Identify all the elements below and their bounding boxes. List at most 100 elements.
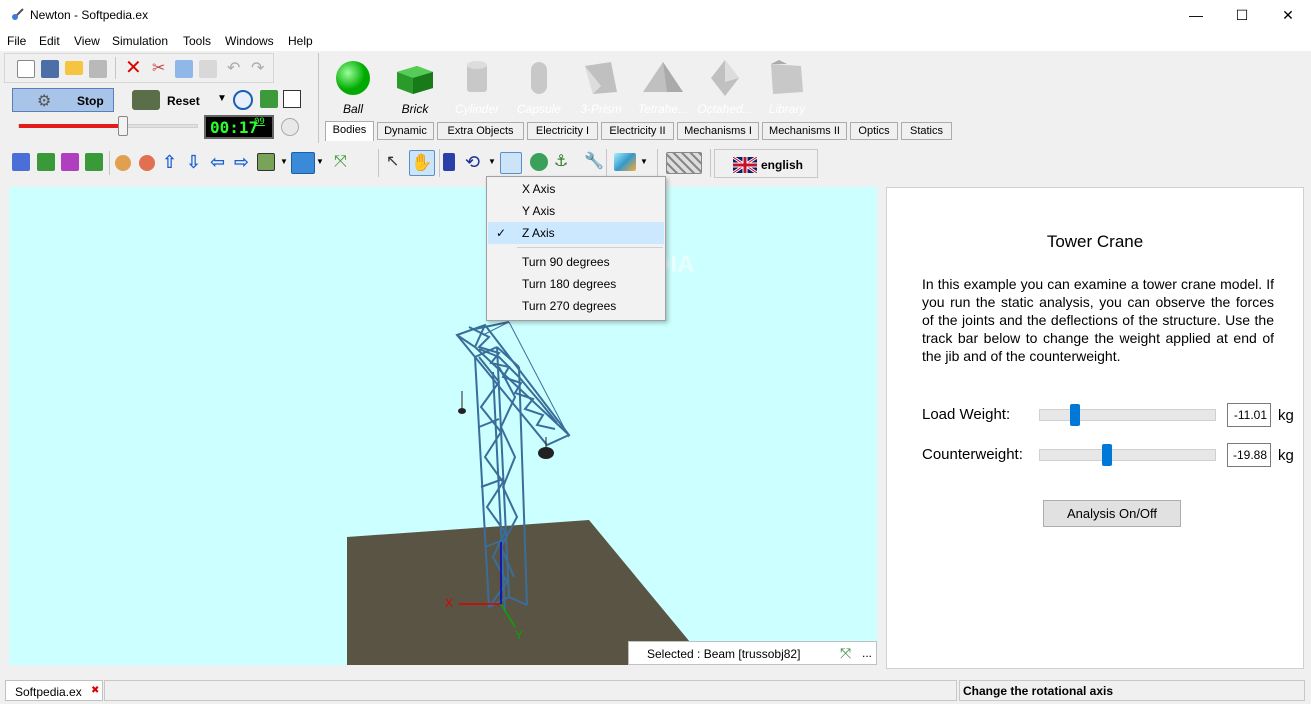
cut-icon[interactable]: ✂ bbox=[152, 60, 170, 78]
pan-up-icon[interactable]: ⇧ bbox=[162, 153, 180, 171]
scene-icon[interactable] bbox=[257, 153, 275, 171]
scene-canvas[interactable]: X Y SOFTPEDIA bbox=[9, 187, 877, 665]
stopwatch-icon[interactable] bbox=[233, 90, 253, 110]
graph-icon[interactable] bbox=[283, 90, 301, 108]
counterweight bbox=[458, 408, 466, 414]
open-folder-icon[interactable] bbox=[65, 61, 83, 75]
load-weight-slider[interactable] bbox=[1039, 404, 1216, 426]
maximize-button[interactable]: ☐ bbox=[1219, 0, 1265, 30]
load-weight-field[interactable]: -11.01 bbox=[1227, 403, 1271, 427]
minimize-icon: — bbox=[1189, 7, 1203, 23]
body-0[interactable]: Ball bbox=[322, 56, 384, 118]
paste-icon[interactable] bbox=[199, 60, 217, 78]
document-close-icon[interactable]: ✖ bbox=[91, 685, 99, 696]
document-tab[interactable]: Softpedia.ex ✖ bbox=[5, 680, 103, 701]
body-4[interactable]: 3-Prism bbox=[570, 56, 632, 118]
speed-slider[interactable] bbox=[18, 116, 198, 136]
tab-statics[interactable]: Statics bbox=[901, 122, 952, 140]
menu-item-y-axis[interactable]: Y Axis bbox=[488, 200, 664, 222]
pan-down-icon[interactable]: ⇩ bbox=[186, 153, 204, 171]
body-3[interactable]: Capsule bbox=[508, 56, 570, 118]
stop-button[interactable]: ⚙ Stop bbox=[12, 88, 114, 112]
pan-left-icon[interactable]: ⇦ bbox=[210, 153, 228, 171]
new-icon[interactable] bbox=[17, 60, 35, 78]
save-icon[interactable] bbox=[89, 60, 107, 78]
view-xz-icon[interactable] bbox=[12, 153, 30, 171]
counterweight-field[interactable]: -19.88 bbox=[1227, 443, 1271, 467]
tab-electricity-ii[interactable]: Electricity II bbox=[601, 122, 674, 140]
menu-help[interactable]: Help bbox=[288, 34, 313, 48]
pointer-icon[interactable]: ↖ bbox=[386, 153, 404, 171]
body-7[interactable]: Library bbox=[756, 56, 818, 118]
light-icon[interactable] bbox=[614, 153, 636, 171]
menu-tools[interactable]: Tools bbox=[183, 34, 211, 48]
tab-extra-objects[interactable]: Extra Objects bbox=[437, 122, 524, 140]
view-zy-icon[interactable] bbox=[85, 153, 103, 171]
rotate-axis-dropdown-icon[interactable]: ▼ bbox=[488, 157, 496, 166]
open-project-icon[interactable] bbox=[41, 60, 59, 78]
light-dropdown-icon[interactable]: ▼ bbox=[640, 157, 648, 166]
pan-right-icon[interactable]: ⇨ bbox=[234, 153, 252, 171]
tab-electricity-i[interactable]: Electricity I bbox=[527, 122, 598, 140]
zoom-out-icon[interactable] bbox=[139, 155, 155, 171]
counterweight-thumb[interactable] bbox=[1102, 444, 1113, 466]
wrench-icon[interactable]: 🔧 bbox=[584, 153, 604, 171]
view-yz-icon[interactable] bbox=[37, 153, 55, 171]
view-zx-icon[interactable] bbox=[61, 153, 79, 171]
counterweight-slider[interactable] bbox=[1039, 444, 1216, 466]
menu-item-x-axis[interactable]: X Axis bbox=[488, 178, 664, 200]
menu-simulation[interactable]: Simulation bbox=[112, 34, 168, 48]
menu-item-z-axis[interactable]: ✓ Z Axis bbox=[488, 222, 664, 244]
menu-item-turn-90[interactable]: Turn 90 degrees bbox=[488, 251, 664, 273]
body-1[interactable]: Brick bbox=[384, 56, 446, 118]
more-icon[interactable]: ... bbox=[862, 646, 872, 660]
analysis-toggle-button[interactable]: Analysis On/Off bbox=[1043, 500, 1181, 527]
reset-icon[interactable] bbox=[132, 90, 160, 110]
uk-flag-icon bbox=[733, 157, 757, 173]
tab-mechanisms-ii[interactable]: Mechanisms II bbox=[762, 122, 847, 140]
load-weight bbox=[538, 447, 554, 459]
select-mode-icon[interactable] bbox=[291, 152, 315, 174]
body-5[interactable]: Tetrahe... bbox=[632, 56, 694, 118]
hand-tool-icon[interactable]: ✋ bbox=[409, 150, 435, 176]
load-weight-label: Load Weight: bbox=[922, 406, 1011, 423]
anchor-icon[interactable]: ⚓ bbox=[554, 153, 572, 171]
truss-bridge-icon[interactable] bbox=[666, 152, 702, 174]
scene-dropdown-icon[interactable]: ▼ bbox=[280, 157, 288, 166]
fit-view-icon[interactable]: ⤧ bbox=[334, 153, 352, 171]
tab-bodies[interactable]: Bodies bbox=[325, 121, 374, 141]
scale-object-icon[interactable] bbox=[500, 152, 522, 174]
zoom-in-icon[interactable] bbox=[115, 155, 131, 171]
reset-label[interactable]: Reset bbox=[167, 94, 200, 108]
move-object-icon[interactable] bbox=[443, 153, 455, 171]
tab-dynamic[interactable]: Dynamic bbox=[377, 122, 434, 140]
reset-timer-icon[interactable] bbox=[281, 118, 299, 136]
menu-item-turn-180[interactable]: Turn 180 degrees bbox=[488, 273, 664, 295]
load-weight-thumb[interactable] bbox=[1070, 404, 1081, 426]
select-mode-dropdown-icon[interactable]: ▼ bbox=[316, 157, 324, 166]
menu-view[interactable]: View bbox=[74, 34, 100, 48]
rotate-axis-icon[interactable]: ⟲ bbox=[465, 153, 483, 171]
redo-icon[interactable]: ↷ bbox=[251, 60, 269, 78]
tab-mechanisms-i[interactable]: Mechanisms I bbox=[677, 122, 759, 140]
undo-icon[interactable]: ↶ bbox=[227, 60, 245, 78]
copy-icon[interactable] bbox=[175, 60, 193, 78]
speed-slider-thumb[interactable] bbox=[118, 116, 129, 136]
body-6[interactable]: Octahed... bbox=[694, 56, 756, 118]
joint-icon[interactable] bbox=[530, 153, 548, 171]
menu-edit[interactable]: Edit bbox=[39, 34, 60, 48]
expand-icon[interactable]: ⤧ bbox=[840, 645, 851, 662]
menu-file[interactable]: File bbox=[7, 34, 26, 48]
close-button[interactable]: ✕ bbox=[1265, 0, 1311, 30]
language-selector[interactable]: english bbox=[714, 149, 818, 178]
reset-dropdown-icon[interactable]: ▼ bbox=[217, 93, 227, 104]
delete-icon[interactable]: ✕ bbox=[125, 58, 143, 78]
menu-item-turn-270[interactable]: Turn 270 degrees bbox=[488, 295, 664, 317]
tab-optics[interactable]: Optics bbox=[850, 122, 898, 140]
maximize-icon: ☐ bbox=[1235, 7, 1249, 23]
3d-viewport[interactable]: X Y SOFTPEDIA Selected : Beam [trussobj8… bbox=[9, 187, 877, 665]
body-2[interactable]: Cylinder bbox=[446, 56, 508, 118]
minimize-button[interactable]: — bbox=[1173, 0, 1219, 30]
menu-windows[interactable]: Windows bbox=[225, 34, 274, 48]
refresh-icon[interactable] bbox=[260, 90, 278, 108]
